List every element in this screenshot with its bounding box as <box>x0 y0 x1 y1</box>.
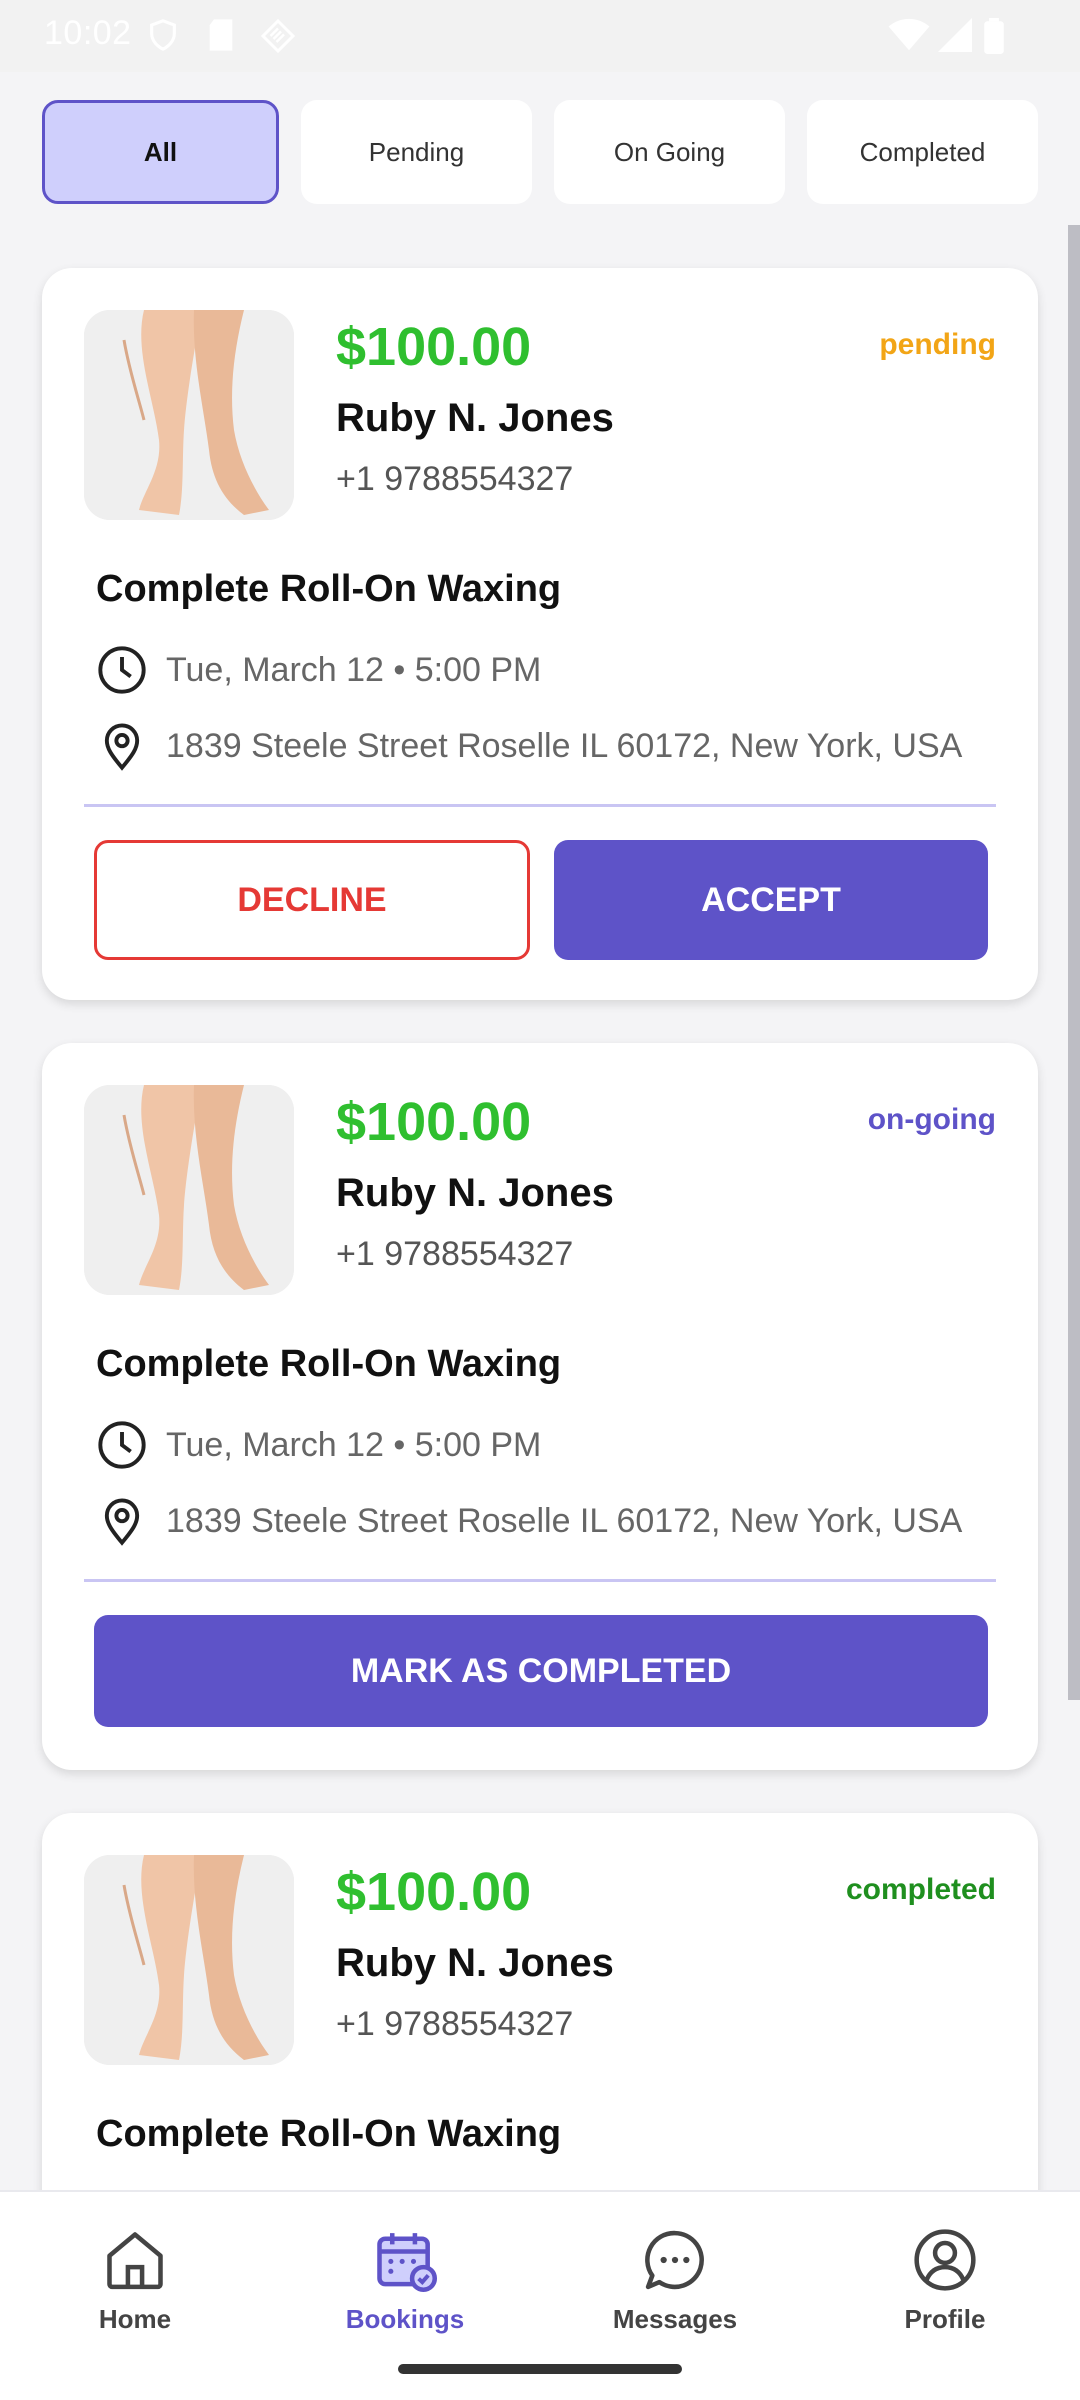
filter-pending[interactable]: Pending <box>301 100 532 204</box>
service-thumbnail <box>84 1855 294 2065</box>
booking-datetime: Tue, March 12 • 5:00 PM <box>96 1419 541 1471</box>
location-pin-icon <box>104 1498 140 1546</box>
signal-icon <box>938 18 972 52</box>
customer-phone: +1 9788554327 <box>336 2005 574 2043</box>
service-thumbnail <box>84 1085 294 1295</box>
shield-icon <box>150 19 176 51</box>
card-divider <box>84 1579 996 1582</box>
location-pin-icon <box>104 723 140 771</box>
nav-profile[interactable]: Profile <box>845 2226 1045 2335</box>
booking-price: $100.00 <box>336 1862 532 1922</box>
sd-card-icon <box>209 19 233 51</box>
booking-card[interactable]: $100.00 completed Ruby N. Jones +1 97885… <box>42 1813 1038 2233</box>
customer-phone: +1 9788554327 <box>336 1235 574 1273</box>
status-badge: on-going <box>867 1103 996 1136</box>
nav-home[interactable]: Home <box>35 2226 235 2335</box>
service-title: Complete Roll-On Waxing <box>96 2113 562 2155</box>
status-badge: pending <box>879 328 996 361</box>
customer-name: Ruby N. Jones <box>336 1941 614 1985</box>
home-indicator[interactable] <box>398 2364 682 2374</box>
status-badge: completed <box>845 1873 996 1906</box>
calendar-icon <box>377 2233 438 2293</box>
legs-image <box>84 1855 294 2065</box>
filter-completed[interactable]: Completed <box>807 100 1038 204</box>
customer-phone: +1 9788554327 <box>336 460 574 498</box>
datetime-text: Tue, March 12 • 5:00 PM <box>166 650 542 689</box>
mark-as-completed-button[interactable]: MARK AS COMPLETED <box>94 1615 988 1727</box>
accept-button[interactable]: ACCEPT <box>554 840 988 960</box>
wifi-icon <box>888 18 930 51</box>
legs-image <box>84 1085 294 1295</box>
nav-bookings[interactable]: Bookings <box>305 2226 505 2335</box>
nav-profile-label: Profile <box>904 2304 986 2334</box>
service-title: Complete Roll-On Waxing <box>96 568 562 610</box>
battery-icon <box>984 18 1004 54</box>
customer-name: Ruby N. Jones <box>336 396 614 440</box>
clock-icon <box>98 1421 146 1469</box>
status-bar: 10:02 <box>0 0 1080 72</box>
address-text: 1839 Steele Street Roselle IL 60172, New… <box>166 726 963 765</box>
customer-name: Ruby N. Jones <box>336 1171 614 1215</box>
clock-icon <box>98 646 146 694</box>
tag-icon <box>260 18 296 54</box>
chat-icon <box>645 2230 704 2290</box>
filter-all[interactable]: All <box>42 100 279 204</box>
address-text: 1839 Steele Street Roselle IL 60172, New… <box>166 1501 963 1540</box>
legs-image <box>84 310 294 520</box>
booking-card[interactable]: $100.00 pending Ruby N. Jones +1 9788554… <box>42 268 1038 1000</box>
profile-icon <box>914 2229 976 2291</box>
nav-home-label: Home <box>98 2304 172 2334</box>
service-title: Complete Roll-On Waxing <box>96 1343 562 1385</box>
booking-address: 1839 Steele Street Roselle IL 60172, New… <box>96 720 962 772</box>
booking-address: 1839 Steele Street Roselle IL 60172, New… <box>96 1495 962 1547</box>
status-time: 10:02 <box>44 14 132 52</box>
booking-filter-tabs: All Pending On Going Completed <box>42 100 1038 204</box>
nav-messages-label: Messages <box>612 2304 738 2334</box>
scrollbar-thumb[interactable] <box>1068 225 1080 1700</box>
booking-datetime: Tue, March 12 • 5:00 PM <box>96 644 541 696</box>
booking-price: $100.00 <box>336 1092 532 1152</box>
card-divider <box>84 804 996 807</box>
booking-card[interactable]: $100.00 on-going Ruby N. Jones +1 978855… <box>42 1043 1038 1770</box>
datetime-text: Tue, March 12 • 5:00 PM <box>166 1425 542 1464</box>
nav-messages[interactable]: Messages <box>575 2226 775 2335</box>
filter-on-going[interactable]: On Going <box>554 100 785 204</box>
service-thumbnail <box>84 310 294 520</box>
decline-button[interactable]: DECLINE <box>94 840 530 960</box>
booking-price: $100.00 <box>336 317 532 377</box>
nav-bookings-label: Bookings <box>345 2304 465 2334</box>
home-icon <box>107 2232 163 2290</box>
